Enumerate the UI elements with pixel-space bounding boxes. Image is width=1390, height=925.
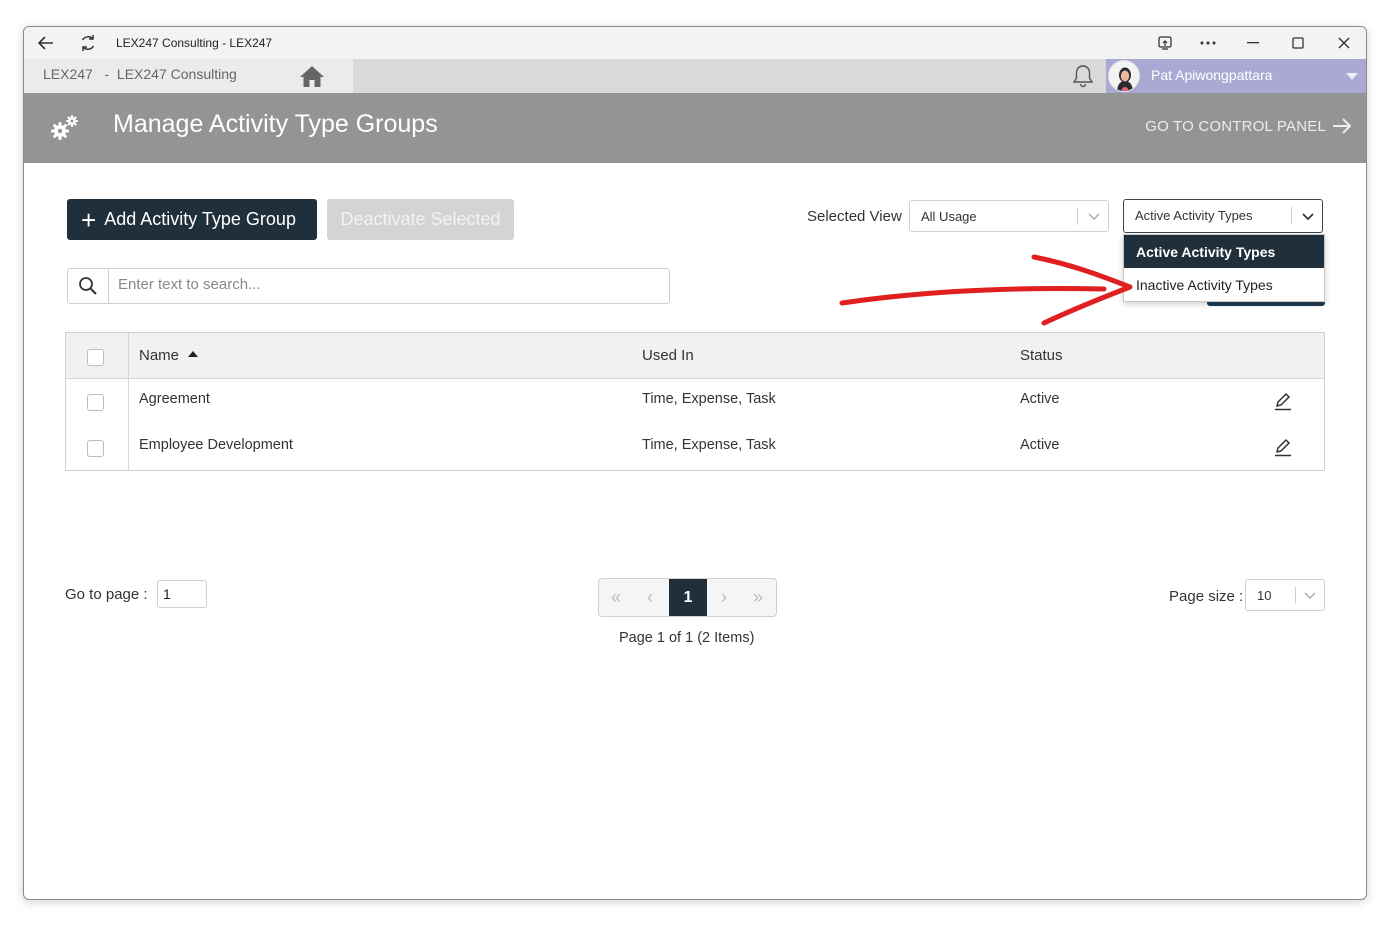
- nav-bar: LEX247 - LEX247 Consulting Pat Apiwongpa…: [24, 59, 1366, 93]
- maximize-icon[interactable]: [1284, 31, 1312, 55]
- page-info: Page 1 of 1 (2 Items): [619, 630, 755, 646]
- app-window: LEX247 Consulting - LEX247 LEX247 - LEX2…: [23, 26, 1367, 900]
- control-panel-link[interactable]: GO TO CONTROL PANEL: [1145, 117, 1352, 135]
- user-name: Pat Apiwongpattara: [1151, 67, 1273, 83]
- caret-down-icon: [1346, 73, 1358, 80]
- usage-select-value: All Usage: [921, 209, 977, 224]
- page-button-current[interactable]: 1: [669, 579, 707, 616]
- sort-ascending-icon: [188, 351, 199, 357]
- notification-bell-icon[interactable]: [1070, 63, 1096, 89]
- table-header: Name Used In Status: [66, 333, 1324, 379]
- back-arrow-icon[interactable]: [32, 31, 60, 55]
- cell-name: Employee Development: [139, 437, 293, 453]
- cell-status: Active: [1020, 391, 1060, 407]
- status-dropdown-list: Active Activity Types Inactive Activity …: [1123, 234, 1325, 302]
- deactivate-selected-button[interactable]: Deactivate Selected: [327, 199, 514, 240]
- column-header-name[interactable]: Name: [139, 347, 199, 364]
- more-options-icon[interactable]: [1194, 31, 1222, 55]
- user-menu[interactable]: Pat Apiwongpattara: [1106, 59, 1366, 93]
- add-activity-type-group-button[interactable]: + Add Activity Type Group: [67, 199, 317, 240]
- refresh-icon[interactable]: [74, 31, 102, 55]
- window-title: LEX247 Consulting - LEX247: [116, 36, 273, 50]
- add-button-label: Add Activity Type Group: [104, 209, 296, 229]
- home-icon: [300, 66, 324, 87]
- cell-name: Agreement: [139, 391, 210, 407]
- status-select-value: Active Activity Types: [1135, 208, 1253, 223]
- chevron-down-icon: [1302, 213, 1314, 221]
- first-page-icon[interactable]: «: [599, 579, 633, 616]
- table-row[interactable]: Agreement Time, Expense, Task Active: [66, 379, 1324, 425]
- title-bar: LEX247 Consulting - LEX247: [24, 27, 1366, 59]
- breadcrumb: LEX247 - LEX247 Consulting: [43, 66, 237, 82]
- chevron-down-icon: [1304, 592, 1316, 600]
- close-icon[interactable]: [1330, 31, 1358, 55]
- deactivate-button-label: Deactivate Selected: [340, 209, 501, 229]
- edit-pencil-icon[interactable]: [1273, 391, 1293, 411]
- go-to-page-input[interactable]: 1: [157, 580, 207, 608]
- usage-select[interactable]: All Usage: [909, 200, 1109, 232]
- row-checkbox[interactable]: [87, 394, 104, 411]
- option-active-activity-types[interactable]: Active Activity Types: [1124, 235, 1324, 268]
- column-header-used-in[interactable]: Used In: [642, 347, 694, 364]
- cast-icon[interactable]: [1151, 31, 1179, 55]
- edit-pencil-icon[interactable]: [1273, 437, 1293, 457]
- last-page-icon[interactable]: »: [741, 579, 775, 616]
- page-size-select[interactable]: 10: [1245, 579, 1325, 611]
- activity-type-groups-table: Name Used In Status Agreement Time, Expe…: [65, 332, 1325, 471]
- row-checkbox[interactable]: [87, 440, 104, 457]
- go-to-page-label: Go to page :: [65, 586, 148, 603]
- annotation-arrow: [839, 254, 1133, 326]
- minimize-icon[interactable]: [1239, 31, 1267, 55]
- gears-icon: [49, 112, 81, 144]
- chevron-down-icon: [1088, 213, 1100, 221]
- home-button[interactable]: [271, 59, 353, 93]
- prev-page-icon[interactable]: ‹: [633, 579, 667, 616]
- cell-used-in: Time, Expense, Task: [642, 437, 776, 453]
- select-all-checkbox[interactable]: [87, 349, 104, 366]
- page-title: Manage Activity Type Groups: [113, 110, 438, 138]
- page-size-label: Page size :: [1169, 588, 1244, 605]
- table-row[interactable]: Employee Development Time, Expense, Task…: [66, 425, 1324, 471]
- status-select[interactable]: Active Activity Types: [1123, 199, 1323, 233]
- page-size-value: 10: [1257, 588, 1272, 603]
- search-icon[interactable]: [68, 269, 109, 303]
- column-header-status[interactable]: Status: [1020, 347, 1063, 364]
- search-box: [67, 268, 670, 304]
- arrow-right-icon: [1333, 118, 1352, 134]
- page-header: Manage Activity Type Groups GO TO CONTRO…: [24, 93, 1366, 163]
- pager: « ‹ 1 › »: [598, 578, 777, 617]
- cell-status: Active: [1020, 437, 1060, 453]
- org-tab[interactable]: LEX247 - LEX247 Consulting: [24, 59, 271, 93]
- plus-icon: +: [81, 204, 97, 235]
- control-panel-label: GO TO CONTROL PANEL: [1145, 117, 1326, 135]
- selected-view-label: Selected View: [807, 208, 902, 225]
- search-input[interactable]: [118, 276, 648, 293]
- next-page-icon[interactable]: ›: [707, 579, 741, 616]
- avatar: [1108, 60, 1140, 92]
- cell-used-in: Time, Expense, Task: [642, 391, 776, 407]
- option-inactive-activity-types[interactable]: Inactive Activity Types: [1124, 268, 1324, 301]
